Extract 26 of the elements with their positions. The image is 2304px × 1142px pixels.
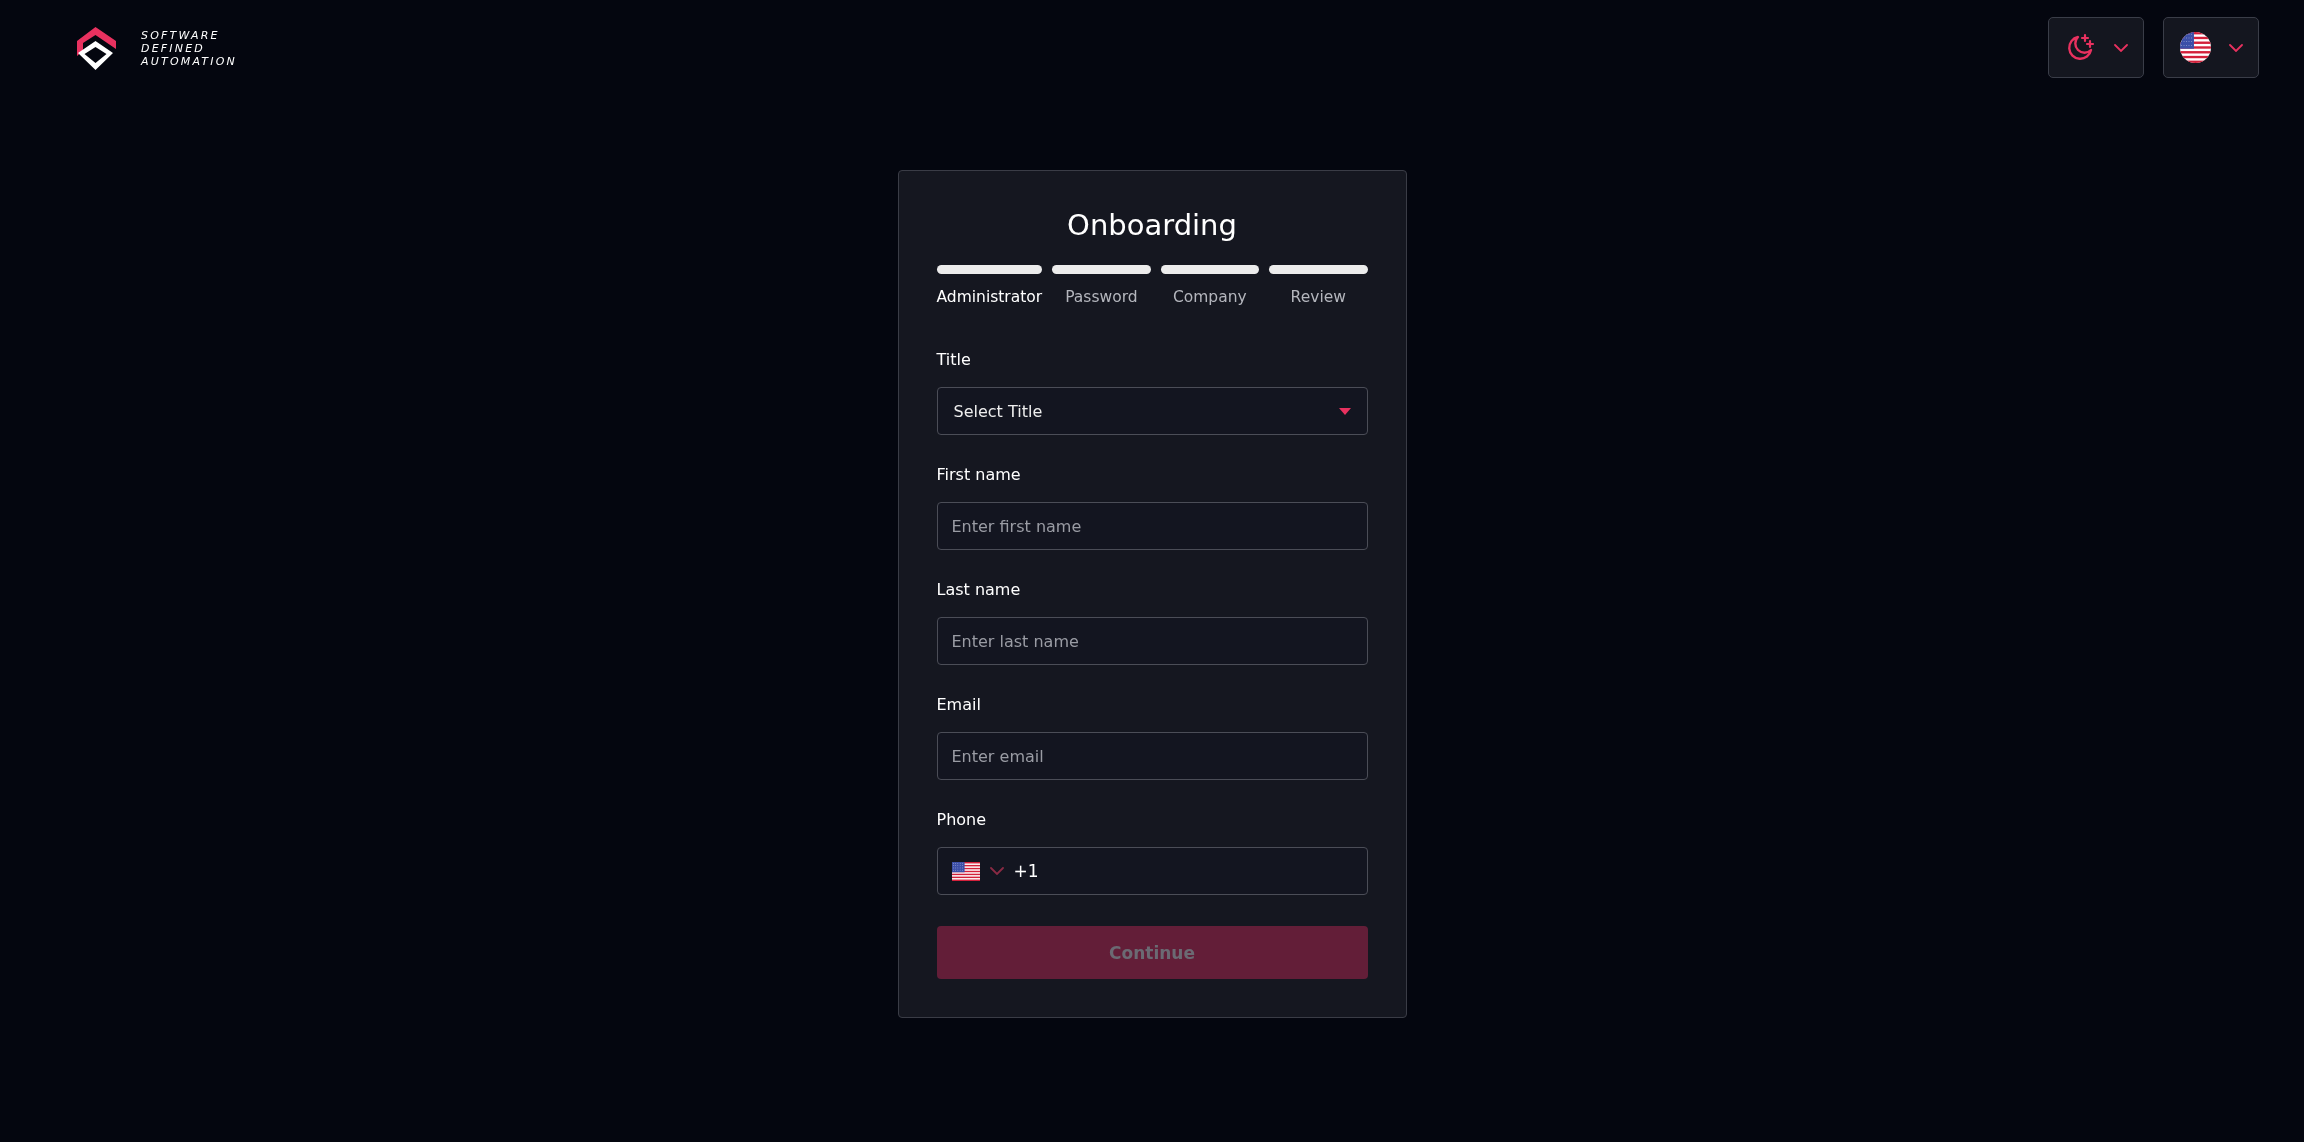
field-label: Last name [936,580,1022,600]
step-label: Administrator [936,288,1043,306]
form-title: Onboarding [1066,207,1238,243]
phone-input[interactable]: +1 [936,847,1368,895]
us-flag-icon [951,861,980,881]
field-label: Email [936,695,982,715]
caret-down-icon [1338,407,1351,415]
text-input[interactable]: Enter last name [936,617,1368,665]
us-flag-icon [2179,32,2211,63]
brand-name-line: AUTOMATION [141,55,238,68]
title-select[interactable]: Select Title [936,387,1368,435]
chevron-down-icon [2114,43,2128,52]
text-input[interactable]: Enter email [936,732,1368,780]
field-label: First name [936,465,1022,485]
brand-name-line: SOFTWARE [141,29,221,42]
chevron-down-icon [2228,43,2243,52]
chevron-down-icon [989,867,1004,875]
field-label: Title [936,350,972,370]
theme-toggle[interactable] [2048,17,2144,78]
step-label: Password [1065,288,1138,306]
language-selector[interactable] [2163,17,2259,78]
step-label: Company [1172,288,1247,306]
field-label: Phone [936,810,988,830]
brand-name-line: DEFINED [141,42,207,55]
text-input[interactable]: Enter first name [936,502,1368,550]
step-label: Review [1290,288,1346,306]
